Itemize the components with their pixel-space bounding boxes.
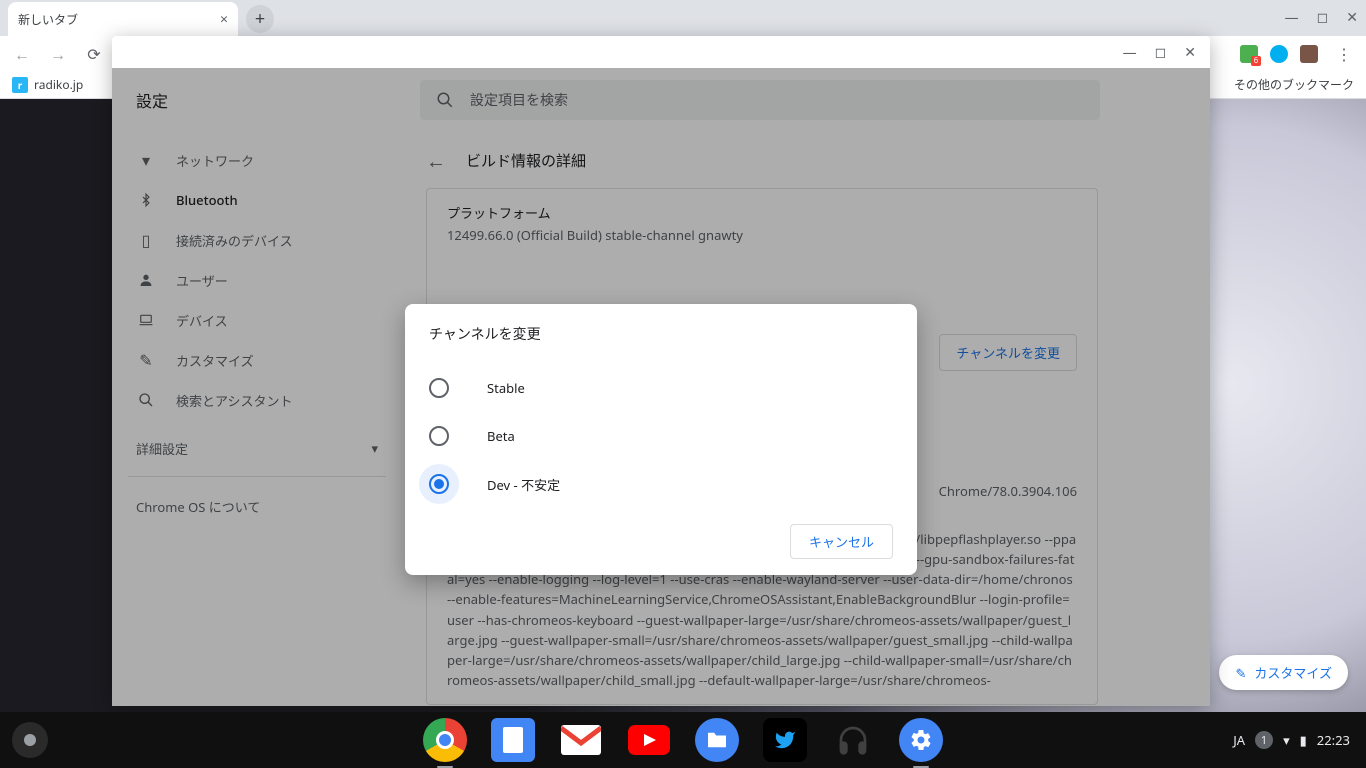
- maximize-icon[interactable]: ◻: [1317, 8, 1329, 27]
- browser-tab[interactable]: 新しいタブ ×: [8, 2, 238, 36]
- minimize-icon[interactable]: —: [1285, 8, 1299, 27]
- maximize-icon[interactable]: ◻: [1155, 43, 1167, 62]
- chromeos-shelf: JA 1 ▾ ▮ 22:23: [0, 712, 1366, 768]
- radio-beta[interactable]: Beta: [429, 412, 893, 460]
- notification-count: 1: [1255, 731, 1273, 749]
- close-icon[interactable]: ✕: [1346, 8, 1358, 27]
- other-bookmarks-label: その他のブックマーク: [1234, 76, 1354, 93]
- pencil-icon: ✎: [1235, 664, 1246, 682]
- settings-window: — ◻ ✕ 設定 設定項目を検索 ▾ネットワーク Bluetooth ▯接続済み…: [112, 36, 1210, 706]
- radio-label: Stable: [487, 379, 525, 397]
- radio-dev[interactable]: Dev - 不安定: [429, 460, 893, 508]
- headphones-app-icon[interactable]: [831, 718, 875, 762]
- tabstrip: 新しいタブ × + — ◻ ✕: [0, 0, 1366, 36]
- status-area[interactable]: JA 1 ▾ ▮ 22:23: [1217, 731, 1366, 749]
- gmail-app-icon[interactable]: [559, 718, 603, 762]
- youtube-app-icon[interactable]: [627, 718, 671, 762]
- docs-app-icon[interactable]: [491, 718, 535, 762]
- clock: 22:23: [1317, 731, 1350, 749]
- forward-icon[interactable]: →: [44, 40, 72, 68]
- tab-close-icon[interactable]: ×: [220, 10, 228, 29]
- files-app-icon[interactable]: [695, 718, 739, 762]
- bookmark-radiko[interactable]: r radiko.jp: [12, 76, 83, 93]
- chrome-app-icon[interactable]: [423, 718, 467, 762]
- back-icon[interactable]: ←: [8, 40, 36, 68]
- ime-indicator: JA: [1233, 731, 1245, 749]
- launcher-button[interactable]: [12, 722, 48, 758]
- bookmark-label: radiko.jp: [34, 76, 83, 93]
- cancel-button[interactable]: キャンセル: [790, 524, 893, 559]
- reload-icon[interactable]: ⟳: [80, 40, 108, 68]
- radiko-favicon-icon: r: [12, 77, 28, 93]
- skype-icon[interactable]: [1270, 45, 1288, 63]
- window-controls: — ◻ ✕: [1285, 8, 1358, 27]
- radio-label: Beta: [487, 427, 515, 445]
- settings-window-controls: — ◻ ✕: [112, 36, 1210, 68]
- twitter-app-icon[interactable]: [763, 718, 807, 762]
- change-channel-dialog: チャンネルを変更 Stable Beta Dev - 不安定 キャンセル: [405, 304, 917, 575]
- radio-label: Dev - 不安定: [487, 475, 560, 494]
- radio-stable[interactable]: Stable: [429, 364, 893, 412]
- minimize-icon[interactable]: —: [1123, 43, 1137, 62]
- shelf-apps: [423, 718, 943, 762]
- customize-label: カスタマイズ: [1254, 663, 1332, 682]
- radio-icon: [429, 474, 449, 494]
- radio-icon: [429, 378, 449, 398]
- extension-icons: 6 ⋮: [1240, 40, 1358, 68]
- dialog-title: チャンネルを変更: [429, 324, 893, 344]
- other-bookmarks[interactable]: その他のブックマーク: [1234, 76, 1354, 93]
- battery-status-icon: ▮: [1300, 731, 1307, 749]
- menu-icon[interactable]: ⋮: [1330, 40, 1358, 68]
- extension-icon-1[interactable]: 6: [1240, 45, 1258, 63]
- new-tab-button[interactable]: +: [246, 5, 274, 33]
- extension-icon-3[interactable]: [1300, 45, 1318, 63]
- launcher-icon: [24, 734, 36, 746]
- tab-title: 新しいタブ: [18, 11, 78, 28]
- customize-button[interactable]: ✎ カスタマイズ: [1219, 655, 1348, 690]
- settings-app-icon[interactable]: [899, 718, 943, 762]
- plus-icon: +: [255, 7, 265, 31]
- wifi-status-icon: ▾: [1283, 731, 1290, 749]
- close-icon[interactable]: ✕: [1184, 43, 1196, 62]
- radio-icon: [429, 426, 449, 446]
